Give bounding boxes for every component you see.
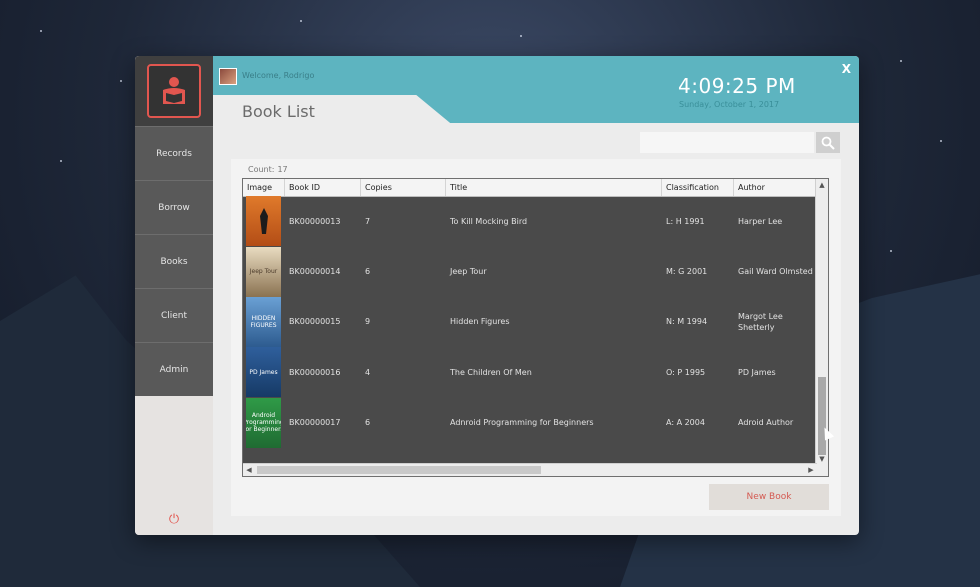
star xyxy=(520,35,522,37)
table-row[interactable]: Android Programming for Beginners BK0000… xyxy=(243,397,817,448)
cell-author: PD James xyxy=(738,367,776,377)
column-header-classification[interactable]: Classification xyxy=(662,179,734,196)
table-header: Image Book ID Copies Title Classificatio… xyxy=(243,179,817,197)
book-cover-image: PD James xyxy=(246,347,281,398)
count-value: 17 xyxy=(277,165,288,174)
column-header-author[interactable]: Author xyxy=(734,179,817,196)
cell-classification: N: M 1994 xyxy=(666,317,708,327)
book-cover-image xyxy=(246,196,281,247)
column-header-image[interactable]: Image xyxy=(243,179,285,196)
cell-title: Hidden Figures xyxy=(450,317,510,327)
scroll-up-icon[interactable]: ▲ xyxy=(816,179,828,191)
app-window: Records Borrow Books Client Admin ⏻ Welc… xyxy=(135,56,859,535)
book-cover-image: HIDDEN FIGURES xyxy=(246,296,281,347)
cell-copies: 9 xyxy=(365,317,371,327)
scrollbar-corner xyxy=(816,464,828,476)
table-row[interactable]: Jeep Tour BK00000014 6 Jeep Tour M: G 20… xyxy=(243,246,817,297)
cell-copies: 4 xyxy=(365,367,371,377)
vertical-scrollbar[interactable]: ▲ ▼ xyxy=(815,179,828,465)
search-input[interactable] xyxy=(640,132,814,153)
record-count: Count: 17 xyxy=(248,165,291,174)
table-row[interactable]: BK00000013 7 To Kill Mocking Bird L: H 1… xyxy=(243,196,817,247)
sidebar-nav: Records Borrow Books Client Admin xyxy=(135,126,213,396)
book-cover-image: Jeep Tour xyxy=(246,246,281,297)
welcome-text: Welcome, Rodrigo xyxy=(242,71,315,80)
star xyxy=(900,60,902,62)
sidebar-item-admin[interactable]: Admin xyxy=(135,342,213,396)
scroll-left-icon[interactable]: ◀ xyxy=(243,464,255,476)
book-table[interactable]: Image Book ID Copies Title Classificatio… xyxy=(242,178,829,477)
cell-title: Jeep Tour xyxy=(450,267,487,277)
cell-copies: 7 xyxy=(365,216,371,226)
horizontal-scroll-thumb[interactable] xyxy=(257,466,541,474)
cell-classification: M: G 2001 xyxy=(666,267,708,277)
count-label: Count: xyxy=(248,165,275,174)
horizontal-scrollbar[interactable]: ◀ ▶ xyxy=(243,463,817,476)
cell-author: Gail Ward Olmsted xyxy=(738,267,813,277)
sidebar-item-borrow[interactable]: Borrow xyxy=(135,180,213,234)
close-button[interactable]: X xyxy=(842,62,851,76)
search-icon xyxy=(821,136,835,150)
cell-book-id: BK00000017 xyxy=(289,418,341,428)
star xyxy=(120,80,122,82)
column-header-title[interactable]: Title xyxy=(446,179,662,196)
cell-book-id: BK00000016 xyxy=(289,367,341,377)
cell-author: Harper Lee xyxy=(738,216,783,226)
book-list-panel: Count: 17 Image Book ID Copies Title Clas… xyxy=(231,159,841,516)
book-cover-image: Android Programming for Beginners xyxy=(246,397,281,448)
sidebar-item-client[interactable]: Client xyxy=(135,288,213,342)
new-book-button[interactable]: New Book xyxy=(709,484,829,510)
table-row[interactable]: HIDDEN FIGURES BK00000015 9 Hidden Figur… xyxy=(243,296,817,347)
star xyxy=(890,250,892,252)
cell-classification: L: H 1991 xyxy=(666,216,705,226)
search-button[interactable] xyxy=(816,132,840,153)
cell-classification: A: A 2004 xyxy=(666,418,705,428)
column-header-copies[interactable]: Copies xyxy=(361,179,446,196)
cell-book-id: BK00000014 xyxy=(289,267,341,277)
table-row[interactable]: PD James BK00000016 4 The Children Of Me… xyxy=(243,347,817,398)
cell-author: Margot Lee Shetterly xyxy=(738,311,783,332)
star xyxy=(300,20,302,22)
avatar xyxy=(219,68,237,85)
logo xyxy=(135,56,213,126)
cell-copies: 6 xyxy=(365,267,371,277)
table-body: BK00000013 7 To Kill Mocking Bird L: H 1… xyxy=(243,196,817,448)
star xyxy=(60,160,62,162)
sidebar: Records Borrow Books Client Admin ⏻ xyxy=(135,56,213,535)
date: Sunday, October 1, 2017 xyxy=(679,100,780,109)
cell-classification: O: P 1995 xyxy=(666,367,706,377)
cell-title: The Children Of Men xyxy=(450,367,532,377)
cell-title: Adnroid Programming for Beginners xyxy=(450,418,594,428)
page-title: Book List xyxy=(242,102,315,121)
reader-logo-icon xyxy=(147,64,201,118)
vertical-scroll-thumb[interactable] xyxy=(818,377,826,455)
sidebar-item-records[interactable]: Records xyxy=(135,126,213,180)
column-header-book-id[interactable]: Book ID xyxy=(285,179,361,196)
star xyxy=(940,140,942,142)
cell-title: To Kill Mocking Bird xyxy=(450,216,528,226)
cell-book-id: BK00000013 xyxy=(289,216,341,226)
cell-author: Adroid Author xyxy=(738,418,794,428)
cell-copies: 6 xyxy=(365,418,371,428)
clock: 4:09:25 PM xyxy=(678,74,796,98)
star xyxy=(40,30,42,32)
sidebar-item-books[interactable]: Books xyxy=(135,234,213,288)
power-icon[interactable]: ⏻ xyxy=(164,512,184,528)
cell-book-id: BK00000015 xyxy=(289,317,341,327)
